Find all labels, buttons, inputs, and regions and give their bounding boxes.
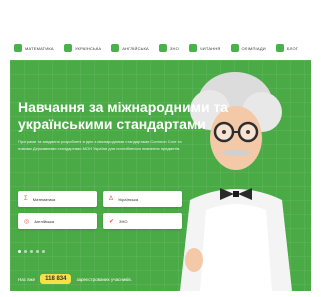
carousel-dot[interactable]: [30, 250, 33, 253]
subject-card-label: Українська: [118, 196, 139, 202]
nav-item-label: ЧИТАННЯ: [199, 45, 221, 51]
nav-item-zno[interactable]: ЗНО: [158, 44, 179, 52]
exam-icon: [158, 44, 167, 52]
stats-prefix: Нас вже: [18, 276, 36, 282]
carousel-dot[interactable]: [42, 250, 45, 253]
nav-item-blog[interactable]: БЛОГ: [275, 44, 299, 52]
nav-item-label: БЛОГ: [286, 45, 299, 51]
carousel-dot[interactable]: [36, 250, 39, 253]
math-icon: [14, 44, 22, 52]
carousel-dot[interactable]: [24, 250, 27, 253]
stats-line: Нас вже 118 834 зареєстрованих учасників…: [18, 274, 132, 284]
subject-card-label: ЗНО: [119, 218, 128, 224]
globe-icon: ◎: [24, 218, 30, 225]
subject-card-english[interactable]: ◎ Англійська: [18, 213, 97, 229]
hero-description: Програми та завдання розроблені згідно з…: [18, 139, 182, 151]
carousel-dot[interactable]: [18, 250, 21, 253]
nav-item-label: АНГЛІЙСЬКА: [122, 45, 149, 51]
nav-item-reading[interactable]: ЧИТАННЯ: [188, 44, 221, 52]
participants-count-badge: 118 834: [40, 274, 72, 284]
subject-card-ukrainian[interactable]: Δ Українська: [103, 191, 182, 207]
language-icon: [111, 44, 120, 52]
nav-item-english[interactable]: АНГЛІЙСЬКА: [111, 44, 149, 52]
hero-banner: Навчання за міжнародними та українськими…: [10, 60, 311, 291]
stats-suffix: зареєстрованих учасників.: [76, 276, 132, 282]
book-icon: [63, 44, 72, 52]
check-icon: ✔: [109, 218, 115, 225]
nav-item-olympiads[interactable]: ОЛІМПІАДИ: [230, 44, 266, 52]
letter-icon: Δ: [109, 196, 114, 202]
subject-card-zno[interactable]: ✔ ЗНО: [103, 213, 182, 229]
trophy-icon: [230, 44, 239, 52]
nav-item-math[interactable]: МАТЕМАТИКА: [14, 44, 54, 52]
nav-item-label: ЗНО: [169, 45, 179, 51]
top-nav: МАТЕМАТИКА УКРАЇНСЬКА АНГЛІЙСЬКА ЗНО ЧИТ…: [0, 36, 321, 60]
nav-item-ukrainian[interactable]: УКРАЇНСЬКА: [63, 44, 102, 52]
hero-illustration: [180, 72, 292, 291]
subject-card-label: Математика: [32, 196, 56, 202]
blog-icon: [275, 44, 284, 52]
reading-icon: [188, 44, 197, 52]
carousel-dots: [18, 250, 45, 253]
subject-card-math[interactable]: Σ Математика: [18, 191, 97, 207]
subject-cards: Σ Математика Δ Українська ◎ Англійська ✔…: [18, 191, 182, 229]
hero-title: Навчання за міжнародними та українськими…: [18, 99, 229, 132]
nav-item-label: УКРАЇНСЬКА: [74, 45, 102, 51]
subject-card-label: Англійська: [34, 218, 55, 224]
sigma-icon: Σ: [24, 196, 28, 202]
nav-item-label: ОЛІМПІАДИ: [241, 45, 266, 51]
nav-item-label: МАТЕМАТИКА: [25, 45, 54, 51]
